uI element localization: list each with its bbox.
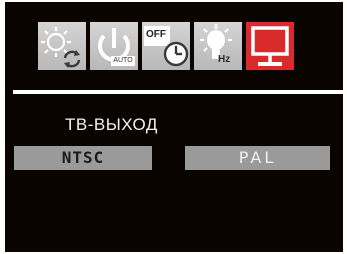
divider-line [13,90,343,94]
ntsc-option-button[interactable]: NTSC [14,146,152,170]
pal-option-button[interactable]: PAL [185,146,330,170]
hz-caption: Hz [218,54,231,65]
auto-caption: AUTO [113,57,133,64]
divider-notch [5,84,13,90]
hz-lamp-icon[interactable]: Hz [194,22,242,70]
off-timer-icon[interactable]: OFF [142,22,190,70]
brightness-auto-icon[interactable] [38,22,86,70]
menu-screen: AUTO OFF Hz ТВ-ВЫХОД NTSC PAL [5,2,343,252]
power-auto-icon[interactable]: AUTO [90,22,138,70]
section-title: ТВ-ВЫХОД [65,115,158,134]
tv-output-icon[interactable] [246,22,294,70]
off-caption: OFF [146,29,166,40]
